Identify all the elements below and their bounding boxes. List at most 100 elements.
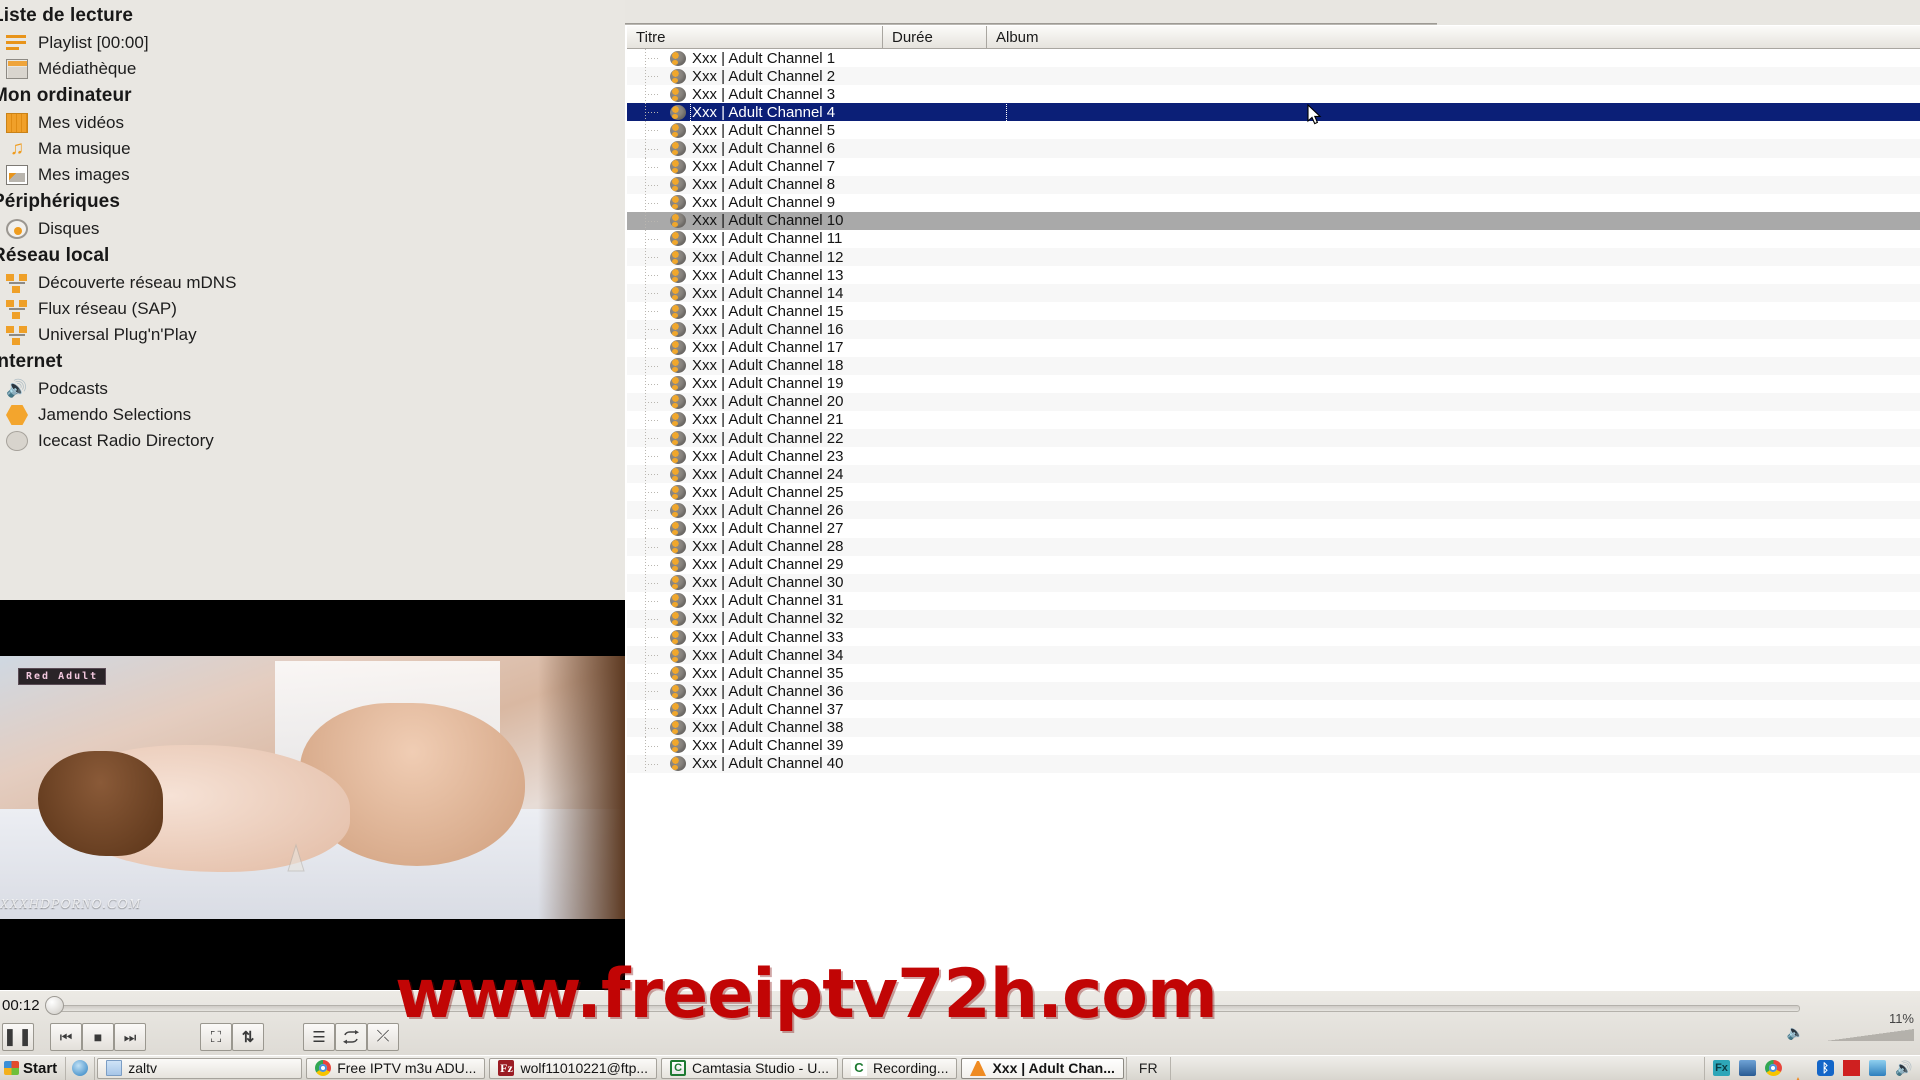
- table-row[interactable]: Xxx | Adult Channel 17: [627, 338, 1920, 357]
- volume-slider[interactable]: [1826, 1029, 1914, 1041]
- red-adult-badge: Red Adult: [18, 668, 107, 685]
- sidebar-item-jamendo-selections[interactable]: Jamendo Selections: [0, 402, 625, 428]
- table-row[interactable]: Xxx | Adult Channel 11: [627, 229, 1920, 249]
- taskbar-task-button[interactable]: Fz wolf11010221@ftp...: [489, 1057, 658, 1079]
- sidebar-item-icecast-radio-directory[interactable]: Icecast Radio Directory: [0, 428, 625, 454]
- taskbar-task-button[interactable]: C Recording...: [841, 1057, 958, 1079]
- table-row[interactable]: Xxx | Adult Channel 24: [627, 465, 1920, 484]
- table-row[interactable]: Xxx | Adult Channel 29: [627, 555, 1920, 574]
- column-header-titre[interactable]: Titre: [627, 26, 883, 48]
- table-row[interactable]: Xxx | Adult Channel 5: [627, 121, 1920, 140]
- sidebar-item-ma-musique[interactable]: ♫ Ma musique: [0, 136, 625, 162]
- table-row[interactable]: Xxx | Adult Channel 36: [627, 682, 1920, 701]
- playlist-rows-container[interactable]: Xxx | Adult Channel 1 Xxx | Adult Channel…: [627, 49, 1920, 954]
- ie-icon[interactable]: [72, 1060, 89, 1076]
- vlc-icon[interactable]: [1791, 1060, 1808, 1080]
- table-row[interactable]: Xxx | Adult Channel 3: [627, 85, 1920, 104]
- table-row[interactable]: Xxx | Adult Channel 16: [627, 320, 1920, 339]
- previous-button[interactable]: ⏮: [50, 1023, 82, 1051]
- table-row[interactable]: Xxx | Adult Channel 13: [627, 266, 1920, 285]
- taskbar-task-button[interactable]: Xxx | Adult Chan...: [961, 1057, 1124, 1079]
- chrome-icon[interactable]: [1765, 1060, 1782, 1076]
- sidebar-item-mes-vid-os[interactable]: Mes vidéos: [0, 110, 625, 136]
- track-title: Xxx | Adult Channel 4: [689, 101, 1008, 123]
- sidebar-section-title: Liste de lecture: [0, 5, 133, 26]
- table-row[interactable]: Xxx | Adult Channel 18: [627, 356, 1920, 375]
- track-title: Xxx | Adult Channel 10: [692, 212, 844, 230]
- table-row[interactable]: Xxx | Adult Channel 35: [627, 664, 1920, 683]
- sidebar-item-universal-plug-n-play[interactable]: Universal Plug'n'Play: [0, 322, 625, 348]
- table-row[interactable]: Xxx | Adult Channel 4: [627, 101, 1920, 123]
- table-row[interactable]: Xxx | Adult Channel 2: [627, 67, 1920, 86]
- extended-settings-button[interactable]: ⇅: [232, 1023, 264, 1051]
- volume-control[interactable]: 11% 🔈: [1787, 1011, 1916, 1045]
- playlist-icon: ☰: [312, 1029, 326, 1046]
- speaker-icon[interactable]: 🔈: [1787, 1024, 1804, 1041]
- table-row[interactable]: Xxx | Adult Channel 10: [627, 211, 1920, 231]
- sidebar-item-m-diath-que[interactable]: Médiathèque: [0, 56, 625, 82]
- network-stream-icon: [670, 394, 686, 410]
- table-row[interactable]: Xxx | Adult Channel 8: [627, 175, 1920, 194]
- track-title: Xxx | Adult Channel 20: [692, 393, 844, 411]
- tree-branch-icon: [627, 736, 670, 755]
- table-row[interactable]: Xxx | Adult Channel 1: [627, 49, 1920, 68]
- sidebar-item-flux-r-seau-sap[interactable]: Flux réseau (SAP): [0, 296, 625, 322]
- table-row[interactable]: Xxx | Adult Channel 28: [627, 537, 1920, 556]
- table-row[interactable]: Xxx | Adult Channel 40: [627, 754, 1920, 773]
- table-row[interactable]: Xxx | Adult Channel 9: [627, 193, 1920, 212]
- sidebar-item-playlist-00-00[interactable]: Playlist [00:00]: [0, 30, 625, 56]
- tree-branch-icon: [627, 646, 670, 665]
- table-row[interactable]: Xxx | Adult Channel 38: [627, 718, 1920, 737]
- video-frame[interactable]: Red Adult XXXHDPORNO.COM: [0, 656, 625, 919]
- start-button[interactable]: Start: [0, 1056, 67, 1080]
- table-row[interactable]: Xxx | Adult Channel 6: [627, 139, 1920, 158]
- table-row[interactable]: Xxx | Adult Channel 7: [627, 157, 1920, 176]
- fullscreen-button[interactable]: ⛶: [200, 1023, 232, 1051]
- monitor-icon[interactable]: [1739, 1060, 1756, 1076]
- next-button[interactable]: ⏭: [114, 1023, 146, 1051]
- table-row[interactable]: Xxx | Adult Channel 23: [627, 447, 1920, 466]
- table-row[interactable]: Xxx | Adult Channel 32: [627, 609, 1920, 629]
- sidebar-item-d-couverte-r-seau-mdns[interactable]: Découverte réseau mDNS: [0, 270, 625, 296]
- sidebar-item-disques[interactable]: Disques: [0, 216, 625, 242]
- track-title: Xxx | Adult Channel 34: [692, 646, 844, 664]
- table-row[interactable]: Xxx | Adult Channel 22: [627, 428, 1920, 448]
- table-row[interactable]: Xxx | Adult Channel 25: [627, 483, 1920, 502]
- table-row[interactable]: Xxx | Adult Channel 27: [627, 519, 1920, 538]
- play-pause-button[interactable]: ❚❚: [2, 1023, 34, 1051]
- loop-button[interactable]: [335, 1023, 367, 1051]
- table-row[interactable]: Xxx | Adult Channel 39: [627, 736, 1920, 755]
- video-output-area[interactable]: Red Adult XXXHDPORNO.COM: [0, 600, 625, 990]
- table-row[interactable]: Xxx | Adult Channel 30: [627, 573, 1920, 592]
- table-row[interactable]: Xxx | Adult Channel 31: [627, 591, 1920, 611]
- speaker-icon[interactable]: 🔊: [1895, 1060, 1912, 1076]
- taskbar-task-button[interactable]: Free IPTV m3u ADU...: [306, 1057, 486, 1079]
- flag-icon[interactable]: [1843, 1060, 1860, 1076]
- table-row[interactable]: Xxx | Adult Channel 21: [627, 410, 1920, 430]
- screen-icon[interactable]: [1869, 1060, 1886, 1076]
- table-row[interactable]: Xxx | Adult Channel 12: [627, 248, 1920, 267]
- table-row[interactable]: Xxx | Adult Channel 37: [627, 700, 1920, 719]
- sidebar-item-mes-images[interactable]: Mes images: [0, 162, 625, 188]
- sidebar-item-podcasts[interactable]: 🔊 Podcasts: [0, 376, 625, 402]
- seek-handle[interactable]: [45, 996, 64, 1015]
- toggle-playlist-button[interactable]: ☰: [303, 1023, 335, 1051]
- network-stream-icon: [670, 122, 686, 138]
- column-header-album[interactable]: Album: [987, 26, 1920, 48]
- language-indicator[interactable]: FR: [1125, 1056, 1171, 1080]
- table-row[interactable]: Xxx | Adult Channel 15: [627, 302, 1920, 321]
- fx-icon[interactable]: Fx: [1713, 1060, 1730, 1076]
- stop-button[interactable]: ■: [82, 1023, 114, 1051]
- table-row[interactable]: Xxx | Adult Channel 34: [627, 646, 1920, 665]
- table-row[interactable]: Xxx | Adult Channel 26: [627, 501, 1920, 520]
- taskbar-task-button[interactable]: C Camtasia Studio - U...: [661, 1057, 838, 1079]
- taskbar-task-button[interactable]: zaltv: [97, 1057, 303, 1079]
- bluetooth-icon[interactable]: ᛒ: [1817, 1060, 1834, 1076]
- table-row[interactable]: Xxx | Adult Channel 14: [627, 284, 1920, 303]
- table-row[interactable]: Xxx | Adult Channel 20: [627, 392, 1920, 411]
- table-row[interactable]: Xxx | Adult Channel 33: [627, 628, 1920, 647]
- library-icon: [6, 59, 28, 79]
- column-header-duree[interactable]: Durée: [883, 26, 987, 48]
- table-row[interactable]: Xxx | Adult Channel 19: [627, 374, 1920, 393]
- previous-icon: ⏮: [59, 1028, 73, 1045]
